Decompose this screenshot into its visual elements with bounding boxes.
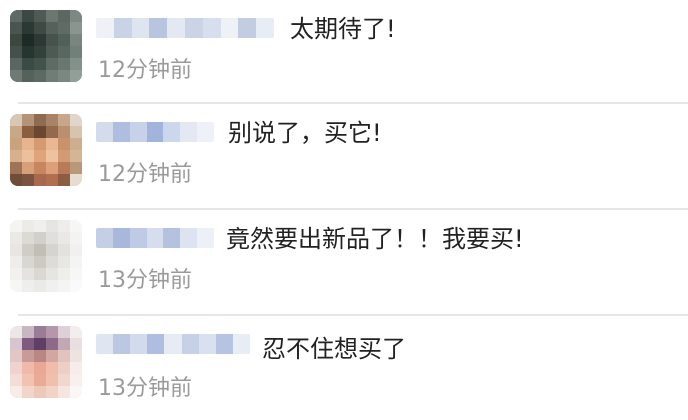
username-blurred[interactable] (96, 122, 214, 142)
username-blurred[interactable] (96, 228, 214, 248)
username-blurred[interactable] (96, 334, 250, 354)
comment-time: 12分钟前 (98, 58, 192, 83)
comment-time: 13分钟前 (98, 268, 192, 293)
avatar[interactable] (10, 220, 82, 292)
comment-text: 太期待了! (290, 15, 396, 43)
avatar[interactable] (10, 10, 82, 82)
comment-time: 13分钟前 (98, 376, 192, 401)
avatar[interactable] (10, 326, 82, 398)
comment-time: 12分钟前 (98, 162, 192, 187)
comment-text: 忍不住想买了 (262, 335, 406, 363)
comment-item: 太期待了! 12分钟前 (0, 0, 688, 104)
comment-item: 竟然要出新品了！！我要买! 13分钟前 (0, 210, 688, 316)
avatar[interactable] (10, 114, 82, 186)
comment-item: 别说了，买它! 12分钟前 (0, 104, 688, 210)
comment-text: 竟然要出新品了！！我要买! (226, 225, 524, 253)
comment-list: 太期待了! 12分钟前 别说了，买它! 12分钟前 竟然要出新品了！！我要买! … (0, 0, 688, 408)
comment-text: 别说了，买它! (228, 119, 382, 147)
comment-item: 忍不住想买了 13分钟前 (0, 316, 688, 420)
username-blurred[interactable] (96, 18, 274, 38)
